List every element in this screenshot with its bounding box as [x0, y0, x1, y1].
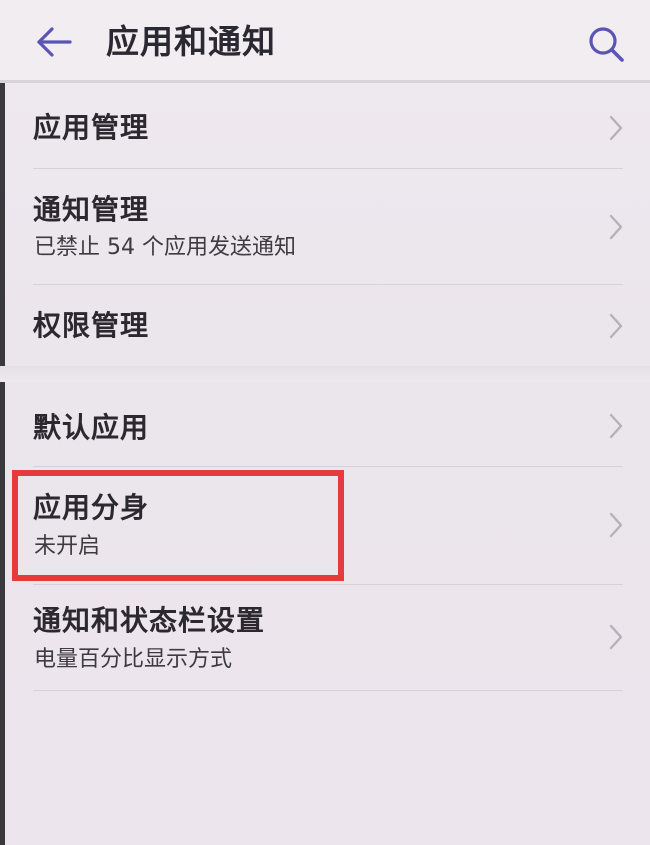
- chevron-right-icon: [609, 115, 623, 141]
- item-subtitle: 电量百分比显示方式: [34, 647, 233, 672]
- list-item-app-management[interactable]: 应用管理: [0, 88, 650, 168]
- item-title: 应用分身: [33, 491, 150, 524]
- divider: [33, 168, 623, 169]
- divider: [33, 284, 623, 285]
- item-title: 应用管理: [33, 111, 150, 144]
- divider: [33, 466, 623, 467]
- chevron-right-icon: [609, 313, 623, 339]
- back-arrow-icon[interactable]: [34, 24, 74, 60]
- group-gap: [0, 366, 650, 382]
- item-title: 通知和状态栏设置: [33, 604, 266, 637]
- item-subtitle: 已禁止 54 个应用发送通知: [34, 235, 296, 260]
- item-title: 默认应用: [33, 411, 150, 444]
- list-item-app-twin[interactable]: 应用分身 未开启: [0, 468, 650, 582]
- chevron-right-icon: [609, 512, 623, 538]
- chevron-right-icon: [609, 413, 623, 439]
- chevron-right-icon: [609, 624, 623, 650]
- list-item-notification-management[interactable]: 通知管理 已禁止 54 个应用发送通知: [0, 170, 650, 270]
- divider: [33, 584, 623, 585]
- item-title: 权限管理: [33, 309, 150, 342]
- item-subtitle: 未开启: [34, 534, 101, 559]
- page-title: 应用和通知: [106, 22, 276, 61]
- app-header: 应用和通知: [0, 0, 650, 83]
- item-title: 通知管理: [33, 193, 150, 226]
- header-divider: [0, 80, 650, 83]
- list-item-permission-management[interactable]: 权限管理: [0, 286, 650, 364]
- list-item-default-apps[interactable]: 默认应用: [0, 388, 650, 464]
- chevron-right-icon: [609, 214, 623, 240]
- search-icon[interactable]: [586, 24, 626, 64]
- divider: [33, 690, 623, 691]
- list-item-notification-statusbar-settings[interactable]: 通知和状态栏设置 电量百分比显示方式: [0, 586, 650, 690]
